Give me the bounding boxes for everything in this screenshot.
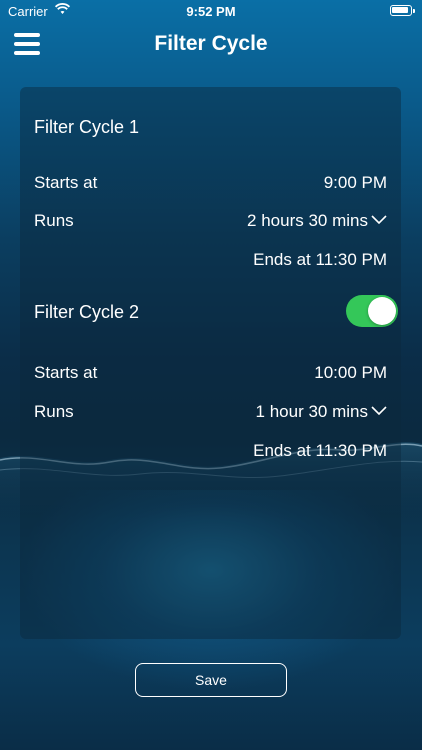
save-button[interactable]: Save xyxy=(135,663,287,697)
cycle2-starts-row[interactable]: Starts at 10:00 PM xyxy=(34,363,387,385)
filter-cycle-card: Filter Cycle 1 Starts at 9:00 PM Runs 2 … xyxy=(20,87,401,639)
cycle1-title: Filter Cycle 1 xyxy=(34,117,140,137)
cycle2-ends-row: Ends at 11:30 PM xyxy=(34,441,387,463)
cycle2-starts-label: Starts at xyxy=(34,363,98,382)
cycle1-ends-text: Ends at 11:30 PM xyxy=(253,250,387,269)
cycle1-starts-row[interactable]: Starts at 9:00 PM xyxy=(34,173,387,195)
cycle1-starts-value[interactable]: 9:00 PM xyxy=(324,173,387,193)
cycle1-starts-label: Starts at xyxy=(34,173,98,192)
status-bar: Carrier 9:52 PM xyxy=(0,0,422,24)
cycle1-runs-dropdown[interactable]: 2 hours 30 mins xyxy=(247,211,387,231)
cycle1-ends-row: Ends at 11:30 PM xyxy=(34,250,387,272)
cycle2-title: Filter Cycle 2 xyxy=(34,302,140,322)
cycle2-starts-value[interactable]: 10:00 PM xyxy=(314,363,387,383)
cycle1-runs-row[interactable]: Runs 2 hours 30 mins xyxy=(34,211,387,233)
toggle-knob xyxy=(368,297,396,325)
cycle2-runs-value: 1 hour 30 mins xyxy=(255,402,368,421)
cycle1-runs-value: 2 hours 30 mins xyxy=(247,211,368,230)
status-time: 9:52 PM xyxy=(186,4,236,19)
chevron-down-icon xyxy=(371,215,387,224)
cycle2-runs-dropdown[interactable]: 1 hour 30 mins xyxy=(256,402,387,422)
chevron-down-icon xyxy=(371,406,387,415)
page-title: Filter Cycle xyxy=(154,32,268,55)
cycle1-runs-label: Runs xyxy=(34,211,74,230)
cycle2-runs-row[interactable]: Runs 1 hour 30 mins xyxy=(34,402,387,424)
battery-icon xyxy=(390,5,415,16)
cycle2-toggle[interactable] xyxy=(346,295,398,327)
cycle2-runs-label: Runs xyxy=(34,402,74,421)
cycle2-ends-text: Ends at 11:30 PM xyxy=(253,441,387,460)
